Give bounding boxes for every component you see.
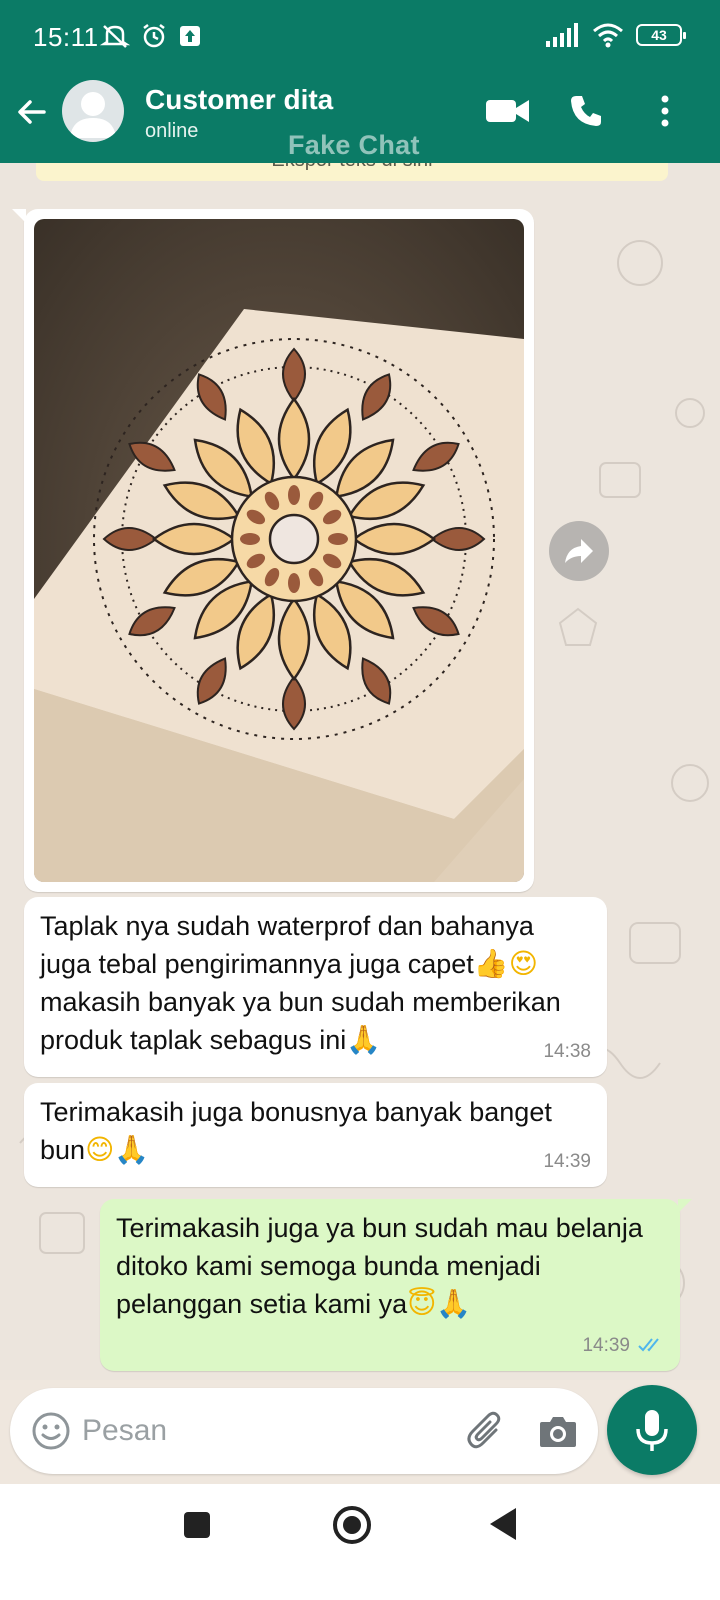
home-button[interactable]	[333, 1506, 371, 1544]
default-avatar-icon	[70, 92, 116, 138]
back-button[interactable]	[490, 1508, 516, 1540]
forward-arrow-icon	[565, 539, 593, 563]
microphone-icon	[636, 1410, 668, 1451]
contact-name[interactable]: Customer dita	[145, 84, 333, 116]
heart-eyes-emoji: 😍	[508, 947, 538, 980]
message-input[interactable]	[82, 1388, 452, 1474]
contact-status: online	[145, 120, 199, 142]
back-arrow-icon[interactable]	[14, 94, 50, 130]
system-nav-bar	[0, 1484, 720, 1600]
smiling-face-emoji: 😊	[85, 1133, 115, 1166]
thumbs-up-emoji: 👍	[473, 947, 509, 980]
contact-avatar[interactable]	[62, 80, 124, 142]
incoming-message[interactable]: Terimakasih juga bonusnya banyak banget …	[24, 1083, 607, 1187]
status-time: 15:11	[33, 22, 99, 52]
voice-call-icon[interactable]	[568, 93, 604, 129]
incoming-message[interactable]: Taplak nya sudah waterprof dan bahanya j…	[24, 897, 607, 1077]
folded-hands-emoji: 🙏	[346, 1023, 382, 1056]
mic-button[interactable]	[607, 1385, 697, 1475]
forward-button[interactable]	[549, 521, 609, 581]
more-options-icon[interactable]	[655, 93, 675, 129]
folded-hands-emoji: 🙏	[436, 1287, 472, 1320]
emoji-icon[interactable]	[30, 1410, 72, 1452]
wifi-icon	[593, 23, 623, 48]
signal-icon	[546, 23, 578, 47]
read-receipt-icon	[638, 1338, 659, 1352]
mute-icon	[100, 25, 130, 48]
video-call-icon[interactable]	[486, 95, 530, 127]
recent-apps-button[interactable]	[184, 1512, 210, 1538]
mandala-tablecloth-image	[34, 219, 524, 882]
export-notice[interactable]: Ekspor teks di sini	[36, 163, 668, 181]
message-text: makasih banyak ya bun sudah memberikan p…	[40, 987, 561, 1055]
upload-icon	[180, 26, 200, 46]
bubble-tail	[678, 1199, 692, 1213]
message-time: 14:39	[582, 1335, 630, 1356]
attach-icon[interactable]	[466, 1410, 506, 1454]
message-time: 14:39	[543, 1151, 591, 1172]
message-text: Terimakasih juga ya bun sudah mau belanj…	[116, 1213, 643, 1319]
battery-icon: 43	[636, 24, 686, 46]
halo-face-emoji: 😇	[407, 1287, 437, 1320]
folded-hands-emoji: 🙏	[114, 1133, 150, 1166]
image-message[interactable]	[12, 209, 534, 892]
alarm-icon	[143, 24, 165, 48]
message-composer	[10, 1388, 598, 1474]
chat-area[interactable]: Ekspor teks di sini	[0, 163, 720, 1380]
bubble-tail	[12, 209, 26, 223]
outgoing-message[interactable]: Terimakasih juga ya bun sudah mau belanj…	[100, 1199, 692, 1371]
message-time: 14:38	[543, 1041, 591, 1062]
watermark-text: Fake Chat	[288, 130, 420, 160]
camera-icon[interactable]	[538, 1413, 578, 1449]
message-time-row: 14:39	[582, 1327, 664, 1365]
message-photo[interactable]	[34, 219, 524, 882]
status-icons-right: 43	[546, 22, 686, 48]
export-notice-text: Ekspor teks di sini	[271, 163, 432, 171]
message-text: Taplak nya sudah waterprof dan bahanya j…	[40, 911, 534, 979]
app-bar: 15:11 43 Customer dita online Fake Chat	[0, 0, 720, 163]
status-icons-left	[100, 22, 202, 50]
status-bar: 15:11 43	[0, 0, 720, 70]
